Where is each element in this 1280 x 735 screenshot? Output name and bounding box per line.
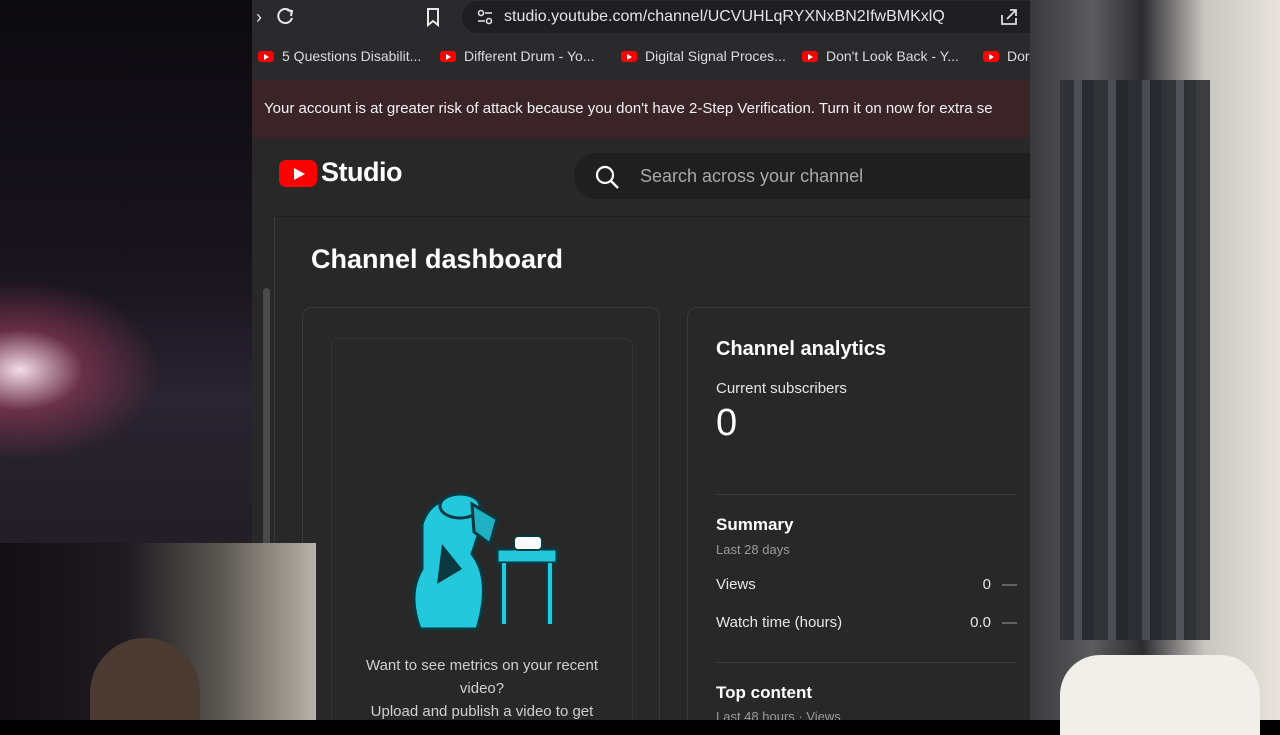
channel-analytics-card: Channel analytics Current subscribers 0 … xyxy=(687,307,1030,720)
bookmark-item[interactable]: 5 Questions Disabilit... xyxy=(258,48,421,68)
sidebar-scrollbar[interactable] xyxy=(263,288,270,548)
divider xyxy=(716,662,1016,663)
bookmark-label: Digital Signal Proces... xyxy=(645,48,786,64)
views-label: Views xyxy=(716,576,756,593)
bookmark-item[interactable]: Digital Signal Proces... xyxy=(621,48,786,68)
channel-search-input[interactable]: Search across your channel xyxy=(574,153,1030,199)
mug-image xyxy=(1060,655,1260,735)
address-bar[interactable]: studio.youtube.com/channel/UCVUHLqRYXNxB… xyxy=(462,1,1030,33)
curtain-image xyxy=(1060,80,1210,640)
watch-time-trend: — xyxy=(1002,614,1017,631)
subscribers-label: Current subscribers xyxy=(716,380,847,397)
youtube-favicon-icon xyxy=(440,51,456,62)
watch-time-label: Watch time (hours) xyxy=(716,614,843,631)
studio-header: Studio Search across your channel xyxy=(252,138,1030,217)
bookmark-item[interactable]: Dor xyxy=(983,48,1030,68)
top-content-title: Top content xyxy=(716,683,812,702)
reload-icon[interactable] xyxy=(274,6,296,28)
divider xyxy=(716,494,1016,495)
youtube-favicon-icon xyxy=(802,51,818,62)
page-title: Channel dashboard xyxy=(311,244,564,274)
youtube-logo-icon[interactable] xyxy=(279,160,317,187)
youtube-favicon-icon xyxy=(983,51,999,62)
latest-video-placeholder: Want to see metrics on your recent video… xyxy=(331,338,633,720)
site-info-icon[interactable] xyxy=(474,6,496,28)
summary-title: Summary xyxy=(716,515,794,534)
upload-prompt-line: Upload and publish a video to get xyxy=(370,703,594,720)
bookmark-label: Dor xyxy=(1007,48,1030,64)
views-value: 0 xyxy=(982,576,991,593)
studio-logo-text[interactable]: Studio xyxy=(321,157,402,188)
forward-icon[interactable]: › xyxy=(252,6,270,28)
bookmark-icon[interactable] xyxy=(422,6,444,28)
webcam-pip-overlay xyxy=(0,543,316,720)
warning-text: Your account is at greater risk of attac… xyxy=(264,100,993,117)
bookmark-item[interactable]: Don't Look Back - Y... xyxy=(802,48,959,68)
bookmark-label: Different Drum - Yo... xyxy=(464,48,595,64)
security-warning-banner: Your account is at greater risk of attac… xyxy=(252,80,1030,138)
summary-period: Last 28 days xyxy=(716,542,790,557)
youtube-favicon-icon xyxy=(258,51,274,62)
top-content-period: Last 48 hours · Views xyxy=(716,709,841,720)
browser-toolbar: › studio.youtube.com/channel/UCVUHLqRYXN… xyxy=(252,0,1030,34)
subscribers-count: 0 xyxy=(716,402,738,444)
bookmark-label: Don't Look Back - Y... xyxy=(826,48,959,64)
youtube-favicon-icon xyxy=(621,51,637,62)
share-icon[interactable] xyxy=(998,6,1020,28)
search-icon[interactable] xyxy=(594,164,620,190)
creator-illustration-icon xyxy=(402,484,562,634)
upload-prompt-line: video? xyxy=(459,680,505,697)
latest-video-card: Want to see metrics on your recent video… xyxy=(302,307,660,720)
upload-prompt-line: Want to see metrics on your recent xyxy=(365,657,599,674)
browser-window: › studio.youtube.com/channel/UCVUHLqRYXN… xyxy=(252,0,1030,720)
bookmark-label: 5 Questions Disabilit... xyxy=(282,48,422,64)
views-trend: — xyxy=(1002,576,1017,593)
analytics-title: Channel analytics xyxy=(716,338,887,360)
upload-prompt-text: Want to see metrics on your recent video… xyxy=(332,654,632,720)
search-placeholder: Search across your channel xyxy=(640,166,864,186)
bookmarks-bar: 5 Questions Disabilit... Different Drum … xyxy=(252,34,1030,80)
watch-time-value: 0.0 xyxy=(970,614,991,631)
bookmark-item[interactable]: Different Drum - Yo... xyxy=(440,48,594,68)
url-text[interactable]: studio.youtube.com/channel/UCVUHLqRYXNxB… xyxy=(504,8,945,26)
webcam-person-image xyxy=(90,638,200,720)
